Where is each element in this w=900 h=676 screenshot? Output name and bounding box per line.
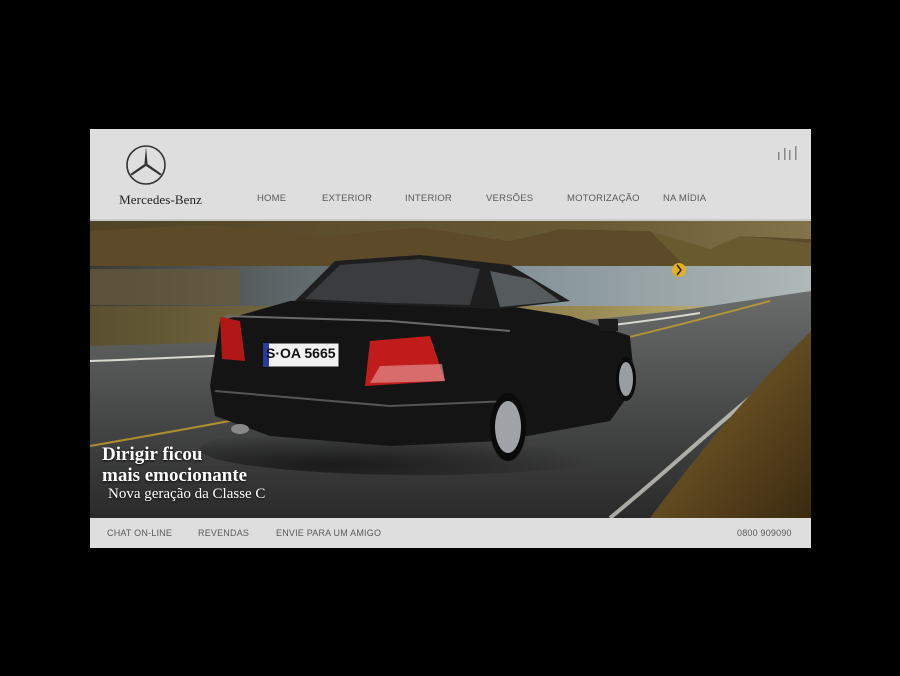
hero-banner[interactable]: S·OA 5665 Dirigir ficou mais emocionante…	[90, 221, 811, 518]
hero-headline-line1: Dirigir ficou	[102, 444, 203, 465]
hero-subline: Nova geração da Classe C	[108, 486, 266, 502]
hero-headline-line2: mais emocionante	[102, 465, 248, 486]
brand-wordmark[interactable]: Mercedes-Benz	[90, 192, 202, 208]
nav-versoes[interactable]: VERSÕES	[486, 193, 533, 204]
footer-phone: 0800 909090	[737, 528, 792, 538]
license-plate: S·OA 5665	[266, 345, 336, 361]
nav-interior[interactable]: INTERIOR	[405, 193, 452, 204]
footer-envie-amigo[interactable]: ENVIE PARA UM AMIGO	[276, 528, 381, 538]
nav-exterior[interactable]: EXTERIOR	[322, 193, 372, 204]
signal-bars-icon	[778, 146, 797, 160]
mercedes-star-icon[interactable]	[125, 144, 167, 186]
header: Mercedes-Benz HOME EXTERIOR INTERIOR VER…	[90, 129, 811, 220]
footer-revendas[interactable]: REVENDAS	[198, 528, 249, 538]
nav-home[interactable]: HOME	[257, 193, 286, 204]
site-frame: Mercedes-Benz HOME EXTERIOR INTERIOR VER…	[90, 129, 811, 548]
nav-motorizacao[interactable]: MOTORIZAÇÃO	[567, 193, 640, 204]
footer: CHAT ON-LINE REVENDAS ENVIE PARA UM AMIG…	[90, 518, 811, 548]
nav-na-midia[interactable]: NA MÍDIA	[663, 193, 706, 204]
footer-chat-online[interactable]: CHAT ON-LINE	[107, 528, 172, 538]
